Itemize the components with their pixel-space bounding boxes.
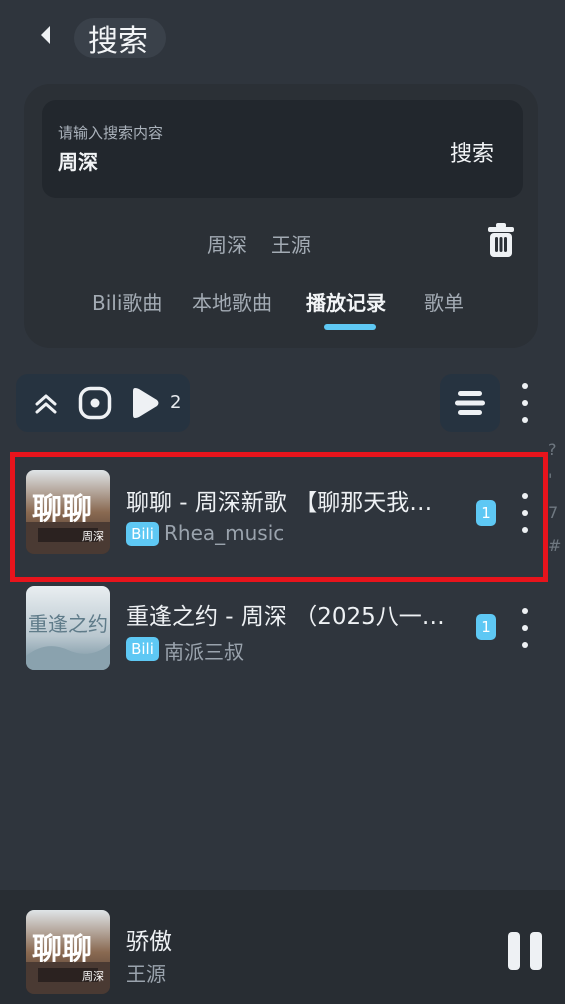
play-all-button[interactable] xyxy=(126,383,164,423)
index-letter[interactable]: 7 xyxy=(548,503,558,522)
active-tab-indicator xyxy=(324,324,376,330)
more-vertical-icon[interactable] xyxy=(514,608,536,648)
trash-icon xyxy=(488,223,514,257)
song-uploader: 南派三叔 xyxy=(164,640,244,664)
more-vertical-icon[interactable] xyxy=(514,493,536,533)
search-placeholder: 请输入搜索内容 xyxy=(58,124,164,142)
song-title: 聊聊 - 周深新歌 【聊那天我… xyxy=(126,490,433,516)
song-cover: 重逢之约 xyxy=(26,586,110,670)
now-playing-artist: 王源 xyxy=(126,962,166,986)
index-letter[interactable]: ? xyxy=(548,440,557,459)
source-badge: Bili xyxy=(126,637,159,661)
song-cover: 聊聊 周深 xyxy=(26,470,110,554)
index-letter[interactable]: # xyxy=(548,536,561,555)
now-playing-title: 骄傲 xyxy=(126,929,172,955)
more-vertical-icon[interactable] xyxy=(514,383,536,423)
list-menu-button[interactable] xyxy=(440,374,500,432)
search-button[interactable]: 搜索 xyxy=(450,136,494,168)
target-icon xyxy=(78,386,112,420)
tab-local-songs[interactable]: 本地歌曲 xyxy=(192,287,272,316)
back-button[interactable] xyxy=(30,20,60,50)
tab-bili-songs[interactable]: Bili歌曲 xyxy=(92,287,162,316)
clear-history-button[interactable] xyxy=(486,222,516,258)
search-value[interactable]: 周深 xyxy=(58,146,98,175)
pause-button[interactable] xyxy=(508,932,542,970)
play-count: 2 xyxy=(170,392,182,413)
page-title: 搜索 xyxy=(88,24,148,59)
tab-play-history[interactable]: 播放记录 xyxy=(306,287,386,316)
play-icon xyxy=(133,388,159,418)
player-cover[interactable]: 聊聊 周深 xyxy=(26,910,110,994)
collapse-button[interactable] xyxy=(28,385,64,421)
history-chip-wangyuan[interactable]: 王源 xyxy=(271,229,311,258)
source-badge: Bili xyxy=(126,522,159,546)
list-icon xyxy=(455,391,485,415)
locate-button[interactable] xyxy=(77,385,113,421)
index-letter[interactable]: ' xyxy=(548,470,552,489)
list-item[interactable]: 重逢之约 重逢之约 - 周深 （2025八一… Bili 南派三叔 1 xyxy=(0,569,565,687)
song-title: 重逢之约 - 周深 （2025八一… xyxy=(126,604,445,630)
chevron-left-icon xyxy=(41,26,50,44)
play-count-badge: 1 xyxy=(476,614,496,640)
double-chevron-up-icon xyxy=(35,394,57,414)
tab-playlists[interactable]: 歌单 xyxy=(424,287,464,316)
list-item[interactable]: 聊聊 周深 聊聊 - 周深新歌 【聊那天我… Bili Rhea_music 1 xyxy=(0,453,565,571)
song-uploader: Rhea_music xyxy=(164,521,285,545)
play-count-badge: 1 xyxy=(476,500,496,526)
history-chip-zhoushen[interactable]: 周深 xyxy=(207,229,247,258)
